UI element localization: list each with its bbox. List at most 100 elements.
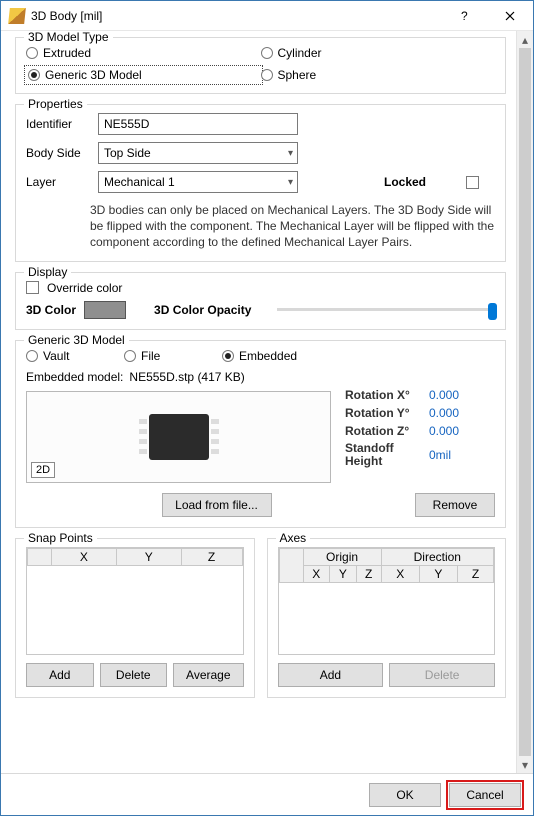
cancel-button[interactable]: Cancel [449, 783, 521, 807]
window-title: 3D Body [mil] [31, 9, 441, 23]
col-z: Z [181, 548, 242, 565]
color-label: 3D Color [26, 303, 76, 317]
radio-embedded[interactable]: Embedded [222, 349, 297, 363]
group-generic: Generic 3D Model Vault File Embedded Emb… [15, 340, 506, 528]
axes-grid[interactable]: Origin Direction X Y Z X Y Z [278, 547, 496, 655]
identifier-input[interactable] [98, 113, 298, 135]
chip-icon [149, 414, 209, 460]
color-swatch[interactable] [84, 301, 126, 319]
layer-label: Layer [26, 175, 90, 189]
group-model-type: 3D Model Type Extruded Cylinder Generic … [15, 37, 506, 94]
rotation-z-row[interactable]: Rotation Z° 0.000 [345, 424, 495, 438]
radio-cylinder[interactable]: Cylinder [261, 46, 496, 60]
dialog-body: 3D Model Type Extruded Cylinder Generic … [1, 31, 516, 773]
param-label: Rotation Z° [345, 424, 423, 438]
col-y: Y [419, 565, 457, 582]
col-x: X [381, 565, 419, 582]
vertical-scrollbar[interactable]: ▴ ▾ [516, 31, 533, 773]
locked-label: Locked [384, 175, 426, 189]
opacity-label: 3D Color Opacity [154, 303, 251, 317]
load-from-file-button[interactable]: Load from file... [162, 493, 272, 517]
group-properties: Properties Identifier Body Side Top Side… [15, 104, 506, 262]
standoff-row[interactable]: Standoff Height 0mil [345, 442, 495, 468]
identifier-label: Identifier [26, 117, 90, 131]
radio-label: Generic 3D Model [45, 68, 142, 82]
radio-extruded[interactable]: Extruded [26, 46, 261, 60]
col-group-direction: Direction [381, 548, 493, 565]
snap-average-button[interactable]: Average [173, 663, 243, 687]
group-legend: Properties [24, 97, 87, 111]
radio-label: Sphere [278, 68, 317, 82]
override-color-label: Override color [47, 281, 122, 295]
model-preview[interactable]: 2D [26, 391, 331, 483]
preview-mode-badge[interactable]: 2D [31, 462, 55, 478]
chevron-down-icon: ▾ [288, 177, 293, 188]
ok-button[interactable]: OK [369, 783, 441, 807]
col-y: Y [330, 565, 357, 582]
param-label: Rotation X° [345, 388, 423, 402]
param-value: 0.000 [429, 388, 459, 402]
radio-label: Embedded [239, 349, 297, 363]
radio-label: Vault [43, 349, 69, 363]
radio-circle-icon [261, 69, 273, 81]
dialog-footer: OK Cancel [1, 773, 533, 815]
override-color-checkbox[interactable] [26, 281, 39, 294]
group-legend: 3D Model Type [24, 31, 113, 44]
col-x: X [303, 565, 330, 582]
close-button[interactable] [487, 1, 533, 31]
radio-vault[interactable]: Vault [26, 349, 116, 363]
select-value: Top Side [104, 146, 151, 160]
radio-generic[interactable]: Generic 3D Model [26, 67, 261, 83]
param-label: Rotation Y° [345, 406, 423, 420]
col-x: X [52, 548, 117, 565]
radio-circle-icon [28, 69, 40, 81]
axes-add-button[interactable]: Add [278, 663, 384, 687]
snap-grid[interactable]: X Y Z [26, 547, 244, 655]
snap-add-button[interactable]: Add [26, 663, 94, 687]
body-side-label: Body Side [26, 146, 90, 160]
snap-delete-button[interactable]: Delete [100, 663, 168, 687]
select-value: Mechanical 1 [104, 175, 175, 189]
remove-button[interactable]: Remove [415, 493, 495, 517]
group-legend: Display [24, 265, 71, 279]
chevron-down-icon: ▾ [288, 148, 293, 159]
col-group-origin: Origin [303, 548, 381, 565]
group-legend: Snap Points [24, 531, 97, 545]
rotation-x-row[interactable]: Rotation X° 0.000 [345, 388, 495, 402]
axes-delete-button[interactable]: Delete [389, 663, 495, 687]
param-label: Standoff Height [345, 442, 423, 468]
param-value: 0mil [429, 448, 451, 462]
group-legend: Generic 3D Model [24, 333, 129, 347]
slider-handle[interactable] [488, 303, 497, 320]
radio-label: Cylinder [278, 46, 322, 60]
properties-note: 3D bodies can only be placed on Mechanic… [26, 200, 495, 251]
embedded-name: NE555D.stp (417 KB) [129, 370, 244, 384]
radio-circle-icon [26, 350, 38, 362]
opacity-slider[interactable] [277, 308, 495, 311]
col-z: Z [458, 565, 494, 582]
locked-checkbox[interactable] [466, 176, 479, 189]
col-y: Y [116, 548, 181, 565]
scroll-down-icon[interactable]: ▾ [517, 756, 533, 773]
body-side-select[interactable]: Top Side ▾ [98, 142, 298, 164]
layer-select[interactable]: Mechanical 1 ▾ [98, 171, 298, 193]
group-display: Display Override color 3D Color 3D Color… [15, 272, 506, 330]
radio-circle-icon [261, 47, 273, 59]
scroll-up-icon[interactable]: ▴ [517, 31, 533, 48]
svg-text:?: ? [461, 11, 468, 21]
group-legend: Axes [276, 531, 311, 545]
radio-label: Extruded [43, 46, 91, 60]
radio-circle-icon [124, 350, 136, 362]
radio-file[interactable]: File [124, 349, 214, 363]
scroll-thumb[interactable] [519, 48, 531, 756]
radio-circle-icon [26, 47, 38, 59]
col-z: Z [356, 565, 381, 582]
radio-sphere[interactable]: Sphere [261, 67, 496, 83]
param-value: 0.000 [429, 406, 459, 420]
radio-label: File [141, 349, 160, 363]
help-button[interactable]: ? [441, 1, 487, 31]
rotation-y-row[interactable]: Rotation Y° 0.000 [345, 406, 495, 420]
group-axes: Axes Origin Direction X Y Z X Y Z [267, 538, 507, 698]
titlebar: 3D Body [mil] ? [1, 1, 533, 31]
app-icon [8, 8, 26, 24]
